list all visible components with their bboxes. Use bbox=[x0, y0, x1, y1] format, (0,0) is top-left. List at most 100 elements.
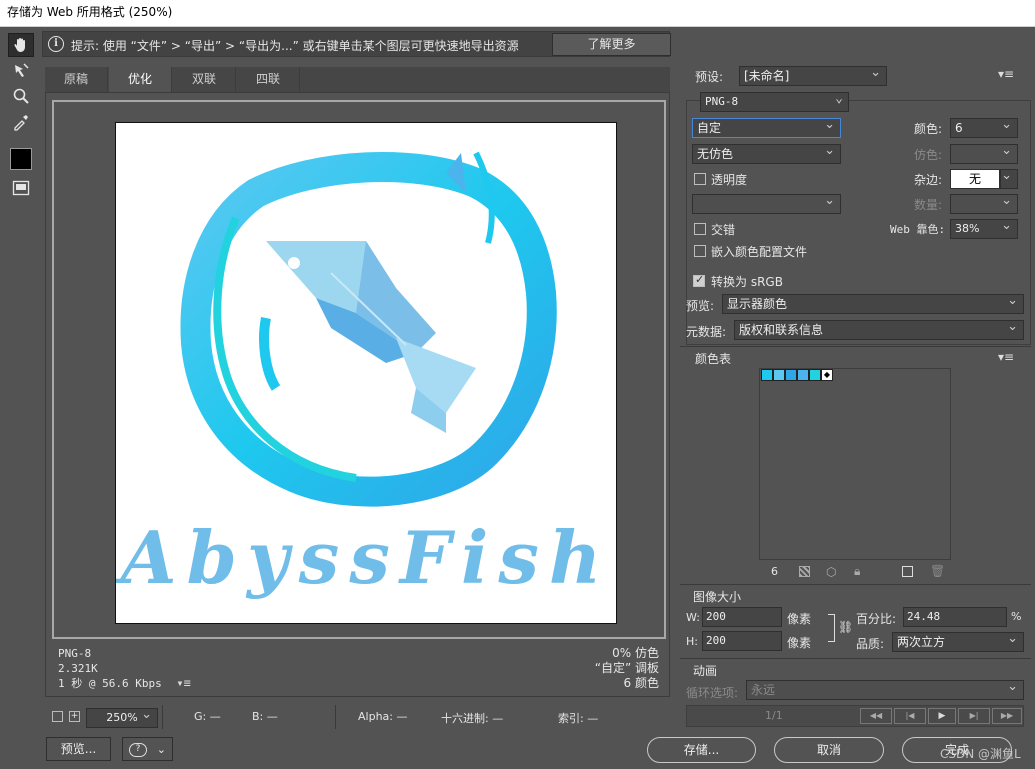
optimization-info: 0% 仿色 “自定” 调板 6 颜色 bbox=[595, 646, 659, 691]
embed-profile-label: 嵌入颜色配置文件 bbox=[711, 245, 808, 259]
last-frame-icon[interactable]: ▶▶ bbox=[992, 708, 1022, 724]
preview-mode-select[interactable]: 显示器颜色 bbox=[722, 292, 1024, 314]
web-snap-label: Web 靠色: bbox=[890, 223, 946, 236]
alpha-readout: Alpha: — bbox=[358, 710, 408, 723]
zoom-select[interactable]: 250% bbox=[86, 706, 158, 728]
color-table[interactable]: ◆ bbox=[759, 368, 951, 560]
chevron-down-icon: ⌄ bbox=[156, 743, 167, 756]
web-snap-select[interactable]: 38% bbox=[950, 217, 1018, 239]
preview-mode-label: 预览: bbox=[686, 299, 715, 313]
color-swatch[interactable] bbox=[797, 369, 809, 381]
colors-label: 颜色: bbox=[914, 122, 943, 136]
speed-menu-icon[interactable]: ▾≡ bbox=[176, 676, 190, 690]
transparency-dither-select bbox=[692, 192, 841, 214]
image-size-title: 图像大小 bbox=[693, 590, 742, 604]
tab-optimized[interactable]: 优化 bbox=[109, 67, 172, 92]
cancel-button[interactable]: 取消 bbox=[774, 737, 884, 763]
percent-field[interactable]: 24.48 bbox=[903, 607, 1007, 627]
next-frame-icon[interactable]: ▶| bbox=[958, 708, 990, 724]
quality-label: 品质: bbox=[856, 637, 885, 651]
color-swatch[interactable] bbox=[809, 369, 821, 381]
height-unit: 像素 bbox=[787, 636, 812, 650]
preview-image[interactable]: AbyssFish bbox=[115, 122, 617, 624]
matte-color-swatch[interactable]: 无 bbox=[950, 169, 1000, 189]
color-table-menu-icon[interactable]: ▾≡ bbox=[998, 350, 1014, 364]
zoom-tool-icon[interactable] bbox=[8, 84, 34, 108]
zoom-in-icon[interactable]: + bbox=[69, 711, 80, 722]
percent-label: 百分比: bbox=[856, 612, 897, 626]
status-bar: + 250% G: — B: — Alpha: — 十六进制: — 索引: — bbox=[45, 705, 670, 729]
colors-info: 6 颜色 bbox=[623, 676, 659, 690]
dither-algorithm-select[interactable]: 无仿色 bbox=[692, 142, 841, 164]
toggle-slices-icon[interactable] bbox=[8, 176, 34, 200]
matte-dropdown[interactable] bbox=[1000, 167, 1018, 189]
trash-icon[interactable]: 🗑︎ bbox=[930, 564, 945, 578]
save-button[interactable]: 存储... bbox=[647, 737, 756, 763]
color-table-title: 颜色表 bbox=[695, 352, 732, 366]
browser-preview-button[interactable]: ? ⌄ bbox=[122, 737, 173, 761]
color-swatch[interactable] bbox=[773, 369, 785, 381]
metadata-select[interactable]: 版权和联系信息 bbox=[734, 318, 1024, 340]
metadata-label: 元数据: bbox=[686, 325, 727, 339]
first-frame-icon[interactable]: ◀◀ bbox=[860, 708, 892, 724]
settings-menu-icon[interactable]: ▾≡ bbox=[998, 67, 1014, 81]
index-readout: 索引: — bbox=[558, 712, 599, 725]
download-speed: 1 秒 @ 56.6 Kbps bbox=[58, 677, 162, 690]
transparency-checkbox[interactable] bbox=[694, 173, 706, 185]
tab-4-up[interactable]: 四联 bbox=[237, 67, 300, 92]
tab-2-up[interactable]: 双联 bbox=[173, 67, 236, 92]
amount-label: 数量: bbox=[914, 198, 943, 212]
constrain-bracket bbox=[828, 614, 835, 642]
previous-frame-icon[interactable]: |◀ bbox=[894, 708, 926, 724]
preview-area: AbyssFish PNG-8 2.321K 1 秒 @ 56.6 Kbps ▾… bbox=[45, 92, 670, 697]
divider bbox=[680, 658, 1031, 659]
play-icon[interactable]: ▶ bbox=[928, 708, 956, 724]
width-field[interactable]: 200 bbox=[702, 607, 782, 627]
format-select[interactable]: PNG-8 bbox=[700, 90, 849, 112]
height-field[interactable]: 200 bbox=[702, 631, 782, 651]
logo-text: AbyssFish bbox=[116, 515, 611, 600]
transparency-label: 透明度 bbox=[711, 173, 748, 187]
reduction-select[interactable]: 自定 bbox=[692, 116, 841, 138]
preset-label: 预设: bbox=[695, 70, 724, 84]
eyedropper-color-swatch[interactable] bbox=[10, 148, 32, 170]
preview-frame: AbyssFish bbox=[52, 100, 666, 639]
matte-label: 杂边: bbox=[914, 173, 943, 187]
palette-info: “自定” 调板 bbox=[594, 661, 659, 675]
file-info: PNG-8 2.321K 1 秒 @ 56.6 Kbps ▾≡ bbox=[58, 646, 191, 691]
hand-tool-icon[interactable] bbox=[8, 33, 34, 57]
color-swatch[interactable] bbox=[785, 369, 797, 381]
green-readout: G: — bbox=[194, 710, 221, 723]
link-icon[interactable]: ⛓︎ bbox=[838, 620, 853, 634]
tab-original[interactable]: 原稿 bbox=[45, 67, 108, 92]
color-swatch[interactable]: ◆ bbox=[821, 369, 833, 381]
watermark: CSDN @渊鱼L bbox=[940, 747, 1021, 761]
divider bbox=[680, 584, 1031, 585]
learn-more-button[interactable]: 了解更多 bbox=[552, 33, 671, 56]
cube-icon[interactable]: ⬡ bbox=[826, 565, 836, 579]
preview-button[interactable]: 预览... bbox=[46, 737, 111, 761]
zoom-out-icon[interactable] bbox=[52, 711, 63, 722]
divider bbox=[680, 346, 1031, 347]
preset-select[interactable]: [未命名] bbox=[739, 64, 887, 86]
dither-label: 仿色: bbox=[914, 148, 943, 162]
quality-select[interactable]: 两次立方 bbox=[892, 630, 1024, 652]
view-tabs: 原稿 优化 双联 四联 bbox=[45, 67, 670, 92]
frame-counter: 1/1 bbox=[765, 709, 783, 722]
lock-icon[interactable]: 🔒︎ bbox=[854, 564, 860, 579]
interlaced-checkbox[interactable] bbox=[694, 223, 706, 235]
color-swatch[interactable] bbox=[761, 369, 773, 381]
hint-text: 提示: 使用 “文件” > “导出” > “导出为...” 或右键单击某个图层可… bbox=[71, 39, 519, 53]
slice-select-tool-icon[interactable] bbox=[8, 59, 34, 83]
new-color-icon[interactable] bbox=[902, 566, 913, 577]
hint-bar: i 提示: 使用 “文件” > “导出” > “导出为...” 或右键单击某个图… bbox=[42, 31, 671, 57]
divider bbox=[335, 705, 336, 729]
embed-profile-checkbox[interactable] bbox=[694, 245, 706, 257]
colors-select[interactable]: 6 bbox=[950, 116, 1018, 138]
hex-readout: 十六进制: — bbox=[441, 712, 504, 725]
eyedropper-tool-icon[interactable] bbox=[8, 110, 34, 134]
convert-srgb-checkbox[interactable] bbox=[693, 273, 705, 287]
web-shift-icon[interactable] bbox=[799, 566, 810, 577]
dither-info: 0% 仿色 bbox=[612, 646, 659, 660]
loop-label: 循环选项: bbox=[686, 686, 739, 700]
